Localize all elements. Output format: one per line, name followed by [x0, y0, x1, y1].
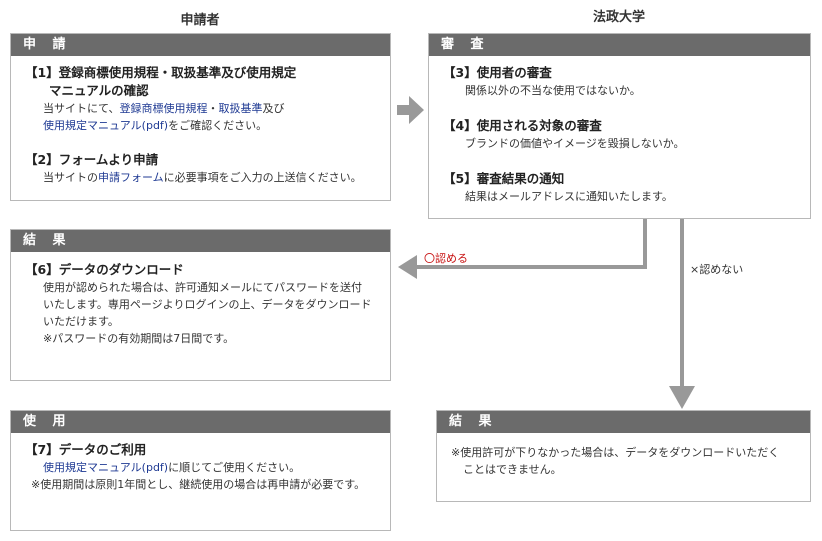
- step-1-line-2: 使用規定マニュアル(pdf)をご確認ください。: [25, 117, 384, 134]
- arrow-rejected-head: [669, 386, 695, 409]
- step-2: 【2】フォームより申請 当サイトの申請フォームに必要事項をご入力の上送信ください…: [25, 151, 384, 186]
- step-1-title-b: マニュアルの確認: [49, 83, 149, 98]
- step-1-sep: ・: [207, 102, 219, 115]
- step-6-title: 【6】データのダウンロード: [25, 262, 184, 277]
- step-2-line-1-text: 当サイトの: [43, 171, 98, 184]
- step-7-title: 【7】データのご利用: [25, 442, 147, 457]
- step-7-line-2: ※使用期間は原則1年間とし、継続使用の場合は再申請が必要です。: [31, 478, 366, 491]
- step-1: 【1】登録商標使用規程・取扱基準及び使用規定 マニュアルの確認 当サイトにて、登…: [25, 64, 384, 134]
- step-6-line-3: いただけます。: [43, 315, 119, 328]
- step-7-line-1: 使用規定マニュアル(pdf)に順じてご使用ください。: [25, 459, 384, 476]
- approved-label: 〇認める: [424, 252, 468, 265]
- step-5-title: 【5】審査結果の通知: [443, 171, 565, 186]
- step-5-desc: 結果はメールアドレスに通知いたします。: [465, 190, 673, 203]
- step-5: 【5】審査結果の通知 結果はメールアドレスに通知いたします。: [443, 170, 804, 205]
- arrow-approved-head: [398, 255, 417, 279]
- step-6-line-4: ※パスワードの有効期間は7日間です。: [43, 332, 235, 345]
- step-1-line-1-end: 及び: [262, 102, 285, 115]
- rules-link[interactable]: 登録商標使用規程: [119, 102, 207, 115]
- step-4-desc: ブランドの価値やイメージを毀損しないか。: [465, 137, 685, 150]
- rejected-label: ×認めない: [690, 263, 744, 276]
- step-2-line-1: 当サイトの申請フォームに必要事項をご入力の上送信ください。: [25, 169, 384, 186]
- result-approved-header: 結 果: [11, 230, 390, 252]
- step-6-line-1: 使用が認められた場合は、許可通知メールにてパスワードを送付: [43, 281, 362, 294]
- result-rejected-header: 結 果: [437, 411, 810, 433]
- review-box: 審 査 【3】使用者の審査 関係以外の不当な使用ではないか。 【4】使用される対…: [428, 33, 811, 219]
- apply-header: 申 請: [11, 34, 390, 56]
- step-2-line-1-end: に必要事項をご入力の上送信ください。: [163, 171, 362, 184]
- step-4: 【4】使用される対象の審査 ブランドの価値やイメージを毀損しないか。: [443, 117, 804, 152]
- step-4-title: 【4】使用される対象の審査: [443, 118, 602, 133]
- result-rejected-box: 結 果 ※使用許可が下りなかった場合は、データをダウンロードいただく ことはでき…: [436, 410, 811, 502]
- step-2-title: 【2】フォームより申請: [25, 152, 159, 167]
- step-1-line-2-end: をご確認ください。: [168, 119, 268, 132]
- rejected-note-line-2: ことはできません。: [463, 463, 562, 476]
- apply-box: 申 請 【1】登録商標使用規程・取扱基準及び使用規定 マニュアルの確認 当サイト…: [10, 33, 391, 201]
- guidelines-link[interactable]: 取扱基準: [218, 102, 262, 115]
- manual-pdf-link[interactable]: 使用規定マニュアル(pdf): [43, 119, 168, 132]
- step-3-title: 【3】使用者の審査: [443, 65, 552, 80]
- result-approved-box: 結 果 【6】データのダウンロード 使用が認められた場合は、許可通知メールにてパ…: [10, 229, 391, 381]
- arrow-apply-to-review: [397, 96, 424, 124]
- step-1-line-1: 当サイトにて、登録商標使用規程・取扱基準及び: [25, 100, 384, 117]
- application-form-link[interactable]: 申請フォーム: [98, 171, 164, 184]
- usage-box: 使 用 【7】データのご利用 使用規定マニュアル(pdf)に順じてご使用ください…: [10, 410, 391, 531]
- step-7-line-1-end: に順じてご使用ください。: [168, 461, 301, 474]
- review-header: 審 査: [429, 34, 810, 56]
- step-6-line-2: いたします。専用ページよりログインの上、データをダウンロード: [43, 298, 372, 311]
- rejected-note: ※使用許可が下りなかった場合は、データをダウンロードいただく ことはできません。: [451, 444, 804, 478]
- step-3-desc: 関係以外の不当な使用ではないか。: [465, 84, 641, 97]
- step-6: 【6】データのダウンロード 使用が認められた場合は、許可通知メールにてパスワード…: [25, 261, 384, 347]
- rejected-note-line-1: ※使用許可が下りなかった場合は、データをダウンロードいただく: [451, 446, 780, 459]
- step-7: 【7】データのご利用 使用規定マニュアル(pdf)に順じてご使用ください。 ※使…: [25, 441, 384, 493]
- step-3: 【3】使用者の審査 関係以外の不当な使用ではないか。: [443, 64, 804, 99]
- step-1-title-a: 【1】登録商標使用規程・取扱基準及び使用規定: [25, 65, 297, 80]
- usage-manual-pdf-link[interactable]: 使用規定マニュアル(pdf): [43, 461, 168, 474]
- usage-header: 使 用: [11, 411, 390, 433]
- step-1-line-1-text: 当サイトにて、: [43, 102, 120, 115]
